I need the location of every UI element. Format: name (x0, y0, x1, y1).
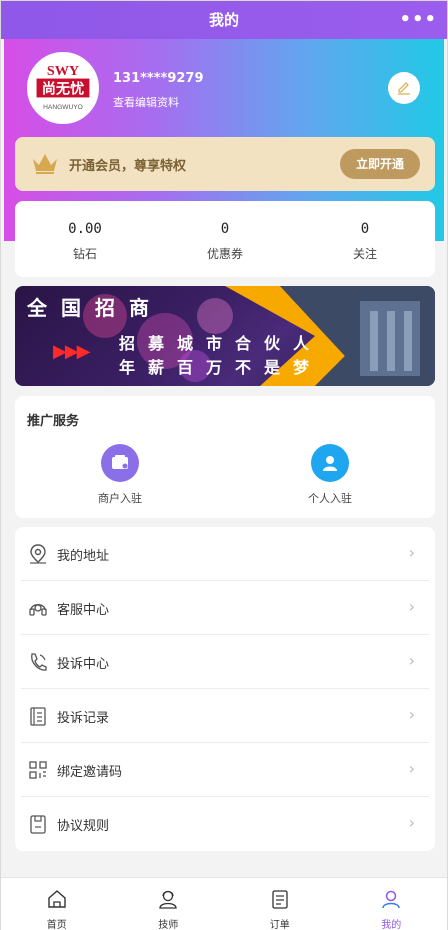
vip-card[interactable]: 开通会员，尊享特权 立即开通 (15, 137, 435, 191)
tab-label: 订单 (269, 920, 290, 930)
person-icon (311, 444, 349, 482)
edit-profile-link[interactable]: 查看编辑资料 (113, 94, 179, 110)
menu-item-complaint[interactable]: 投诉中心 › (21, 635, 429, 689)
merchant-join-label: 商户入驻 (98, 492, 142, 505)
chevron-right-icon: › (408, 759, 415, 778)
chevron-right-icon: › (408, 543, 415, 562)
banner-subline-2: 年薪百万不是梦 (119, 358, 323, 377)
merchant-join[interactable]: 商户入驻 (60, 444, 180, 506)
more-icon[interactable]: ••• (399, 1, 437, 39)
home-icon (48, 890, 66, 908)
stat-follow[interactable]: 0 关注 (295, 201, 435, 277)
stat-value: 0.00 (68, 221, 102, 237)
chevron-right-icon: › (408, 651, 415, 670)
chevron-right-icon: › (408, 597, 415, 616)
crown-icon (33, 154, 57, 174)
tab-technician[interactable]: 技师 (113, 878, 225, 930)
document-icon (30, 815, 46, 834)
stat-label: 关注 (352, 247, 377, 261)
top-bar: 我的 ••• (1, 1, 447, 39)
stat-value: 0 (220, 221, 230, 237)
menu-label: 协议规则 (57, 819, 110, 834)
menu-list: 我的地址 › 客服中心 › 投诉中心 › 投诉记录 › 绑定邀请码 › 协议规则… (15, 527, 435, 851)
svg-text:HANGWUYO: HANGWUYO (43, 104, 83, 111)
stat-label: 优惠券 (206, 247, 243, 261)
menu-item-service[interactable]: 客服中心 › (21, 581, 429, 635)
tab-home[interactable]: 首页 (1, 878, 113, 930)
technician-icon (159, 890, 177, 909)
menu-item-invite-code[interactable]: 绑定邀请码 › (21, 743, 429, 797)
promo-title: 推广服务 (27, 414, 80, 429)
order-icon (272, 890, 288, 909)
stat-diamond[interactable]: 0.00 钻石 (15, 201, 155, 277)
pencil-icon (398, 82, 410, 95)
bottom-tab-bar: 首页 技师 订单 我的 (1, 877, 447, 930)
banner-headline: 全国招商 (27, 296, 163, 320)
phone-icon (31, 653, 47, 671)
chevron-right-icon: › (408, 705, 415, 724)
avatar[interactable]: SWY 尚无忧 HANGWUYO (27, 52, 99, 124)
menu-label: 投诉记录 (57, 711, 110, 726)
promo-services: 推广服务 商户入驻 个人入驻 (15, 396, 435, 518)
user-phone: 131****9279 (113, 71, 204, 86)
record-icon (30, 707, 46, 726)
stats-card: 0.00 钻石 0 优惠券 0 关注 (15, 201, 435, 277)
arrow-icons: ▶▶▶ (53, 341, 91, 362)
menu-item-complaint-record[interactable]: 投诉记录 › (21, 689, 429, 743)
menu-label: 我的地址 (57, 549, 110, 564)
stat-label: 钻石 (72, 247, 97, 261)
location-icon (30, 544, 46, 564)
tab-order[interactable]: 订单 (224, 878, 336, 930)
personal-join-label: 个人入驻 (308, 492, 352, 505)
tab-label: 我的 (381, 920, 402, 930)
avatar-logo-icon: SWY 尚无忧 HANGWUYO (29, 54, 97, 122)
tab-label: 技师 (158, 920, 179, 930)
menu-item-address[interactable]: 我的地址 › (21, 527, 429, 581)
svg-text:尚无忧: 尚无忧 (42, 81, 84, 98)
stat-coupon[interactable]: 0 优惠券 (155, 201, 295, 277)
edit-button[interactable] (388, 72, 420, 104)
qrcode-icon (29, 761, 47, 779)
personal-join[interactable]: 个人入驻 (270, 444, 390, 506)
svg-text:SWY: SWY (47, 63, 79, 79)
headset-icon (29, 604, 47, 616)
page-title: 我的 (208, 11, 239, 29)
profile-icon (382, 890, 400, 909)
promo-banner[interactable]: 全国招商 ▶▶▶ 招募城市合伙人 年薪百万不是梦 (15, 286, 435, 386)
tab-label: 首页 (46, 920, 67, 930)
stat-value: 0 (360, 221, 370, 237)
menu-item-agreement[interactable]: 协议规则 › (21, 797, 429, 851)
menu-label: 绑定邀请码 (57, 765, 123, 780)
tab-profile[interactable]: 我的 (336, 878, 448, 930)
vip-open-button[interactable]: 立即开通 (340, 149, 420, 179)
vip-text: 开通会员，尊享特权 (69, 159, 187, 174)
banner-subline-1: 招募城市合伙人 (119, 334, 323, 353)
menu-label: 投诉中心 (57, 657, 110, 672)
chevron-right-icon: › (408, 813, 415, 832)
merchant-icon (101, 444, 139, 482)
menu-label: 客服中心 (57, 603, 110, 618)
